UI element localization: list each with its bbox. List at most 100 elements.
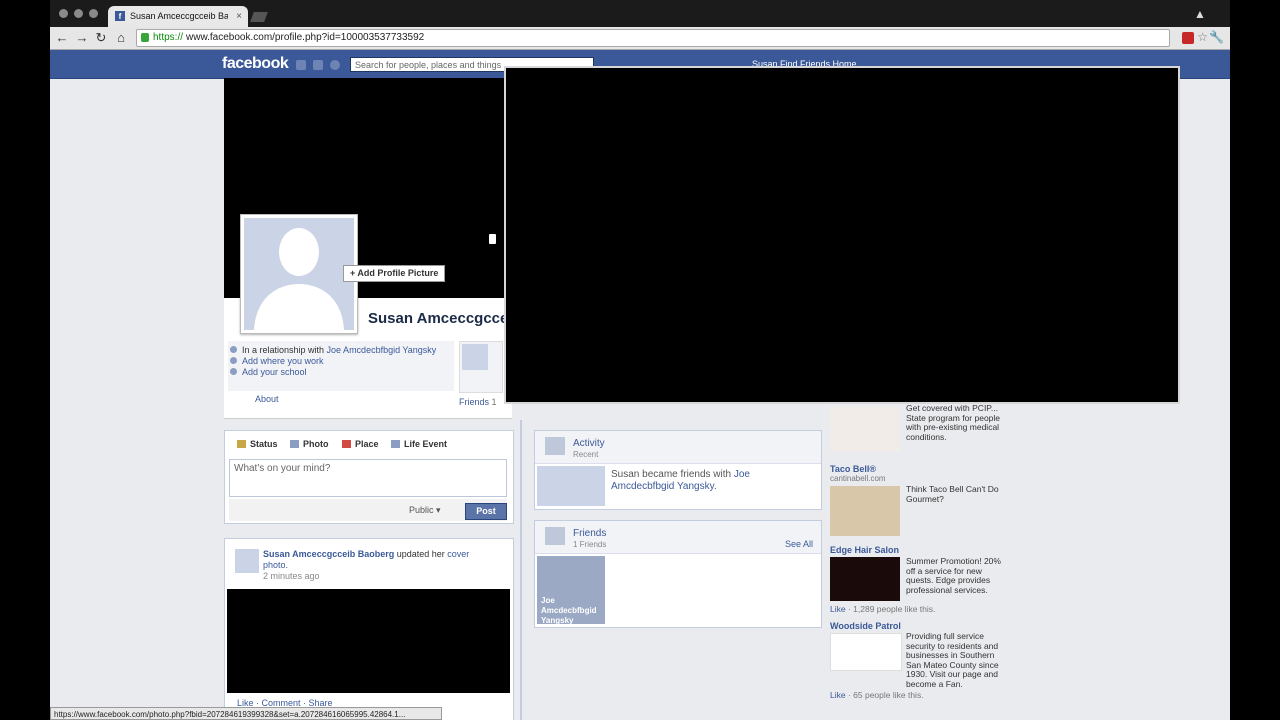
extension-icon[interactable] (1182, 32, 1194, 44)
activity-suffix: . (713, 481, 717, 492)
status-input[interactable]: What's on your mind? (229, 459, 507, 497)
browser-tab[interactable]: f Susan Amceccgcceib Baober × (108, 6, 248, 27)
friends-title[interactable]: Friends (573, 528, 606, 539)
timeline-spine (520, 420, 522, 720)
friends-count-link[interactable]: Friends 1 (459, 397, 497, 407)
incognito-icon: ▲ (1194, 7, 1206, 21)
activity-header: Activity Recent (535, 431, 821, 464)
add-work-link[interactable]: Add where you work (242, 356, 324, 366)
tab-close-icon[interactable]: × (236, 6, 242, 27)
ad-like-link[interactable]: Like (830, 604, 846, 614)
ad-text[interactable]: Summer Promotion! 20% off a service for … (906, 556, 1002, 595)
graduation-cap-icon (230, 368, 237, 375)
add-profile-picture-button[interactable]: + Add Profile Picture (343, 265, 446, 282)
profile-about-panel: In a relationship with Joe Amcdecbfbgid … (228, 341, 454, 391)
heart-icon (230, 346, 237, 353)
relationship-line: In a relationship with Joe Amcdecbfbgid … (230, 345, 437, 355)
forward-button[interactable]: → (74, 30, 90, 46)
post-button[interactable]: Post (465, 503, 507, 520)
reload-button[interactable]: ↻ (93, 30, 109, 46)
lock-icon (141, 33, 149, 42)
ad-like-link[interactable]: Like (830, 690, 846, 700)
video-overlay[interactable] (504, 66, 1180, 404)
ad-text[interactable]: Get covered with PCIP... State program f… (906, 403, 1002, 442)
add-work-line[interactable]: Add where you work (230, 356, 324, 366)
bookmark-star-icon[interactable]: ☆ (1197, 30, 1208, 44)
ad-image[interactable] (830, 633, 902, 671)
relationship-prefix: In a relationship with (242, 345, 327, 355)
ad-like-count: · 65 people like this. (845, 690, 924, 700)
wrench-menu-icon[interactable]: 🔧 (1209, 30, 1224, 44)
person-silhouette-icon (254, 228, 344, 330)
friend-tile-name: Joe Amcdecbfbgid Yangsky (541, 596, 597, 625)
facebook-favicon-icon: f (115, 11, 125, 21)
story-author-avatar[interactable] (235, 549, 259, 573)
friends-header: Friends 1 Friends See All (535, 521, 821, 554)
tab-title: Susan Amceccgcceib Baober (130, 11, 228, 21)
briefcase-icon (230, 357, 237, 364)
add-school-link[interactable]: Add your school (242, 367, 307, 377)
status-bar: https://www.facebook.com/photo.php?fbid=… (50, 707, 442, 720)
ad-image[interactable] (830, 557, 900, 601)
back-button[interactable]: ← (54, 30, 70, 46)
activity-box: Activity Recent Susan became friends wit… (534, 430, 822, 510)
ad-text[interactable]: Think Taco Bell Can't Do Gourmet? (906, 484, 1002, 504)
url-scheme: https:// (153, 32, 184, 43)
see-all-link[interactable]: See All (785, 539, 813, 549)
tab-bar: f Susan Amceccgcceib Baober × ▲ (50, 0, 1230, 27)
ad-url: cantinabell.com (830, 474, 886, 483)
relationship-partner-link[interactable]: Joe Amcdecbfbgid Yangsky (327, 345, 437, 355)
composer-footer: Public ▾ Post (229, 499, 507, 521)
add-school-line[interactable]: Add your school (230, 367, 307, 377)
composer-tab-status[interactable]: Status (237, 439, 278, 449)
ad-title[interactable]: Woodside Patrol (830, 621, 901, 631)
status-composer: Status Photo Place Life Event What's on … (224, 430, 514, 524)
friends-box: Friends 1 Friends See All Joe Amcdecbfbg… (534, 520, 822, 628)
new-tab-button[interactable] (250, 12, 268, 22)
story-action-text: updated her (394, 549, 448, 559)
friends-thumbnail[interactable] (459, 341, 503, 393)
notifications-icon[interactable] (330, 60, 340, 70)
map-pin-icon (342, 440, 351, 448)
story-author-link[interactable]: Susan Amceccgcceib Baoberg (263, 549, 394, 559)
ad-title[interactable]: Taco Bell® (830, 464, 876, 474)
ad-title[interactable]: Edge Hair Salon (830, 545, 899, 555)
composer-tab-place[interactable]: Place (342, 439, 379, 449)
composer-tab-life-event[interactable]: Life Event (391, 439, 447, 449)
silhouette-avatar (244, 218, 354, 330)
profile-name[interactable]: Susan Amceccgcce (368, 310, 508, 327)
ad-image[interactable] (830, 407, 900, 451)
url-text: www.facebook.com/profile.php?id=10000353… (186, 32, 425, 43)
composer-tab-label: Life Event (404, 439, 448, 449)
messages-icon[interactable] (313, 60, 323, 70)
friend-requests-icon[interactable] (296, 60, 306, 70)
camera-icon (290, 440, 299, 448)
composer-tab-label: Place (355, 439, 379, 449)
activity-subtitle: Recent (573, 450, 599, 459)
activity-title[interactable]: Activity (573, 438, 605, 449)
story-timestamp[interactable]: 2 minutes ago (263, 571, 320, 581)
home-button[interactable]: ⌂ (113, 30, 129, 46)
ad-image[interactable] (830, 486, 900, 536)
profile-picture[interactable] (240, 214, 358, 334)
friend-tile[interactable]: Joe Amcdecbfbgid Yangsky (537, 556, 605, 625)
facebook-logo[interactable]: facebook (222, 55, 289, 73)
minimize-window-button[interactable] (74, 9, 83, 18)
friend-mini-avatar (462, 344, 488, 370)
friends-label: Friends (459, 397, 490, 407)
zoom-window-button[interactable] (89, 9, 98, 18)
browser-window: f Susan Amceccgcceib Baober × ▲ ← → ↻ ⌂ … (50, 0, 1230, 720)
about-link[interactable]: About (255, 394, 279, 404)
status-icon (237, 440, 246, 448)
close-window-button[interactable] (59, 9, 68, 18)
composer-tab-label: Status (250, 439, 278, 449)
composer-tab-photo[interactable]: Photo (290, 439, 329, 449)
address-bar[interactable]: https:// www.facebook.com/profile.php?id… (136, 29, 1170, 47)
activity-thumbnail[interactable] (537, 466, 605, 506)
story-cover-image[interactable] (227, 589, 510, 693)
friends-subtitle: 1 Friends (573, 540, 607, 549)
ad-like-line: Like · 1,289 people like this. (830, 604, 935, 614)
ad-text[interactable]: Providing full service security to resid… (906, 631, 1002, 689)
activity-prefix: Susan became friends with (611, 469, 734, 480)
audience-selector[interactable]: Public ▾ (409, 505, 441, 516)
